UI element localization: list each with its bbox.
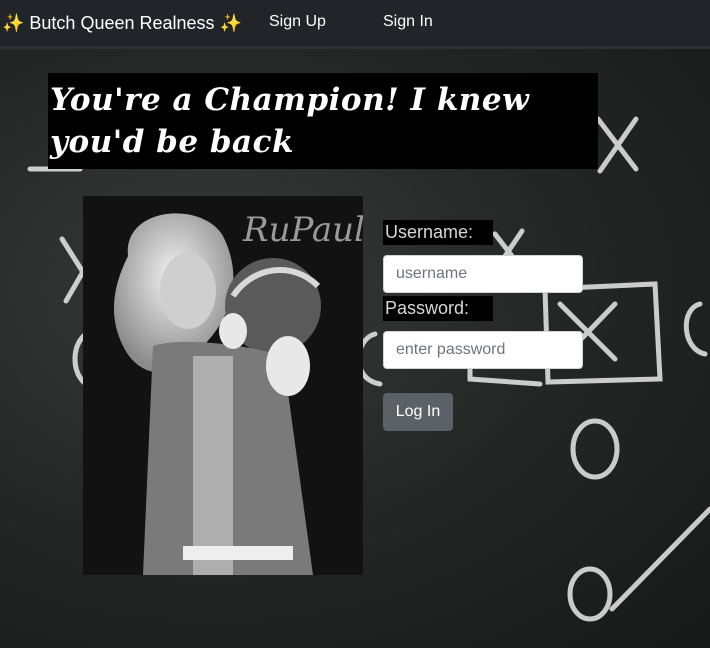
rupaul-logo-text: RuPaul: [242, 210, 363, 250]
champion-photo: RuPaul: [83, 196, 363, 575]
brand-logo[interactable]: ✨ Butch Queen Realness ✨: [2, 13, 242, 34]
rupaul-champion-image: RuPaul: [83, 196, 363, 575]
nav-sign-up-link[interactable]: Sign Up: [269, 13, 326, 31]
password-input[interactable]: [383, 331, 583, 369]
top-navbar: ✨ Butch Queen Realness ✨ Sign Up Sign In: [0, 0, 710, 49]
username-input[interactable]: [383, 255, 583, 293]
username-label: Username:: [383, 220, 493, 245]
nav-sign-in-link[interactable]: Sign In: [383, 13, 433, 31]
password-label: Password:: [383, 296, 493, 321]
page-title: You're a Champion! I knew you'd be back: [48, 73, 598, 169]
log-in-button[interactable]: Log In: [383, 393, 453, 431]
